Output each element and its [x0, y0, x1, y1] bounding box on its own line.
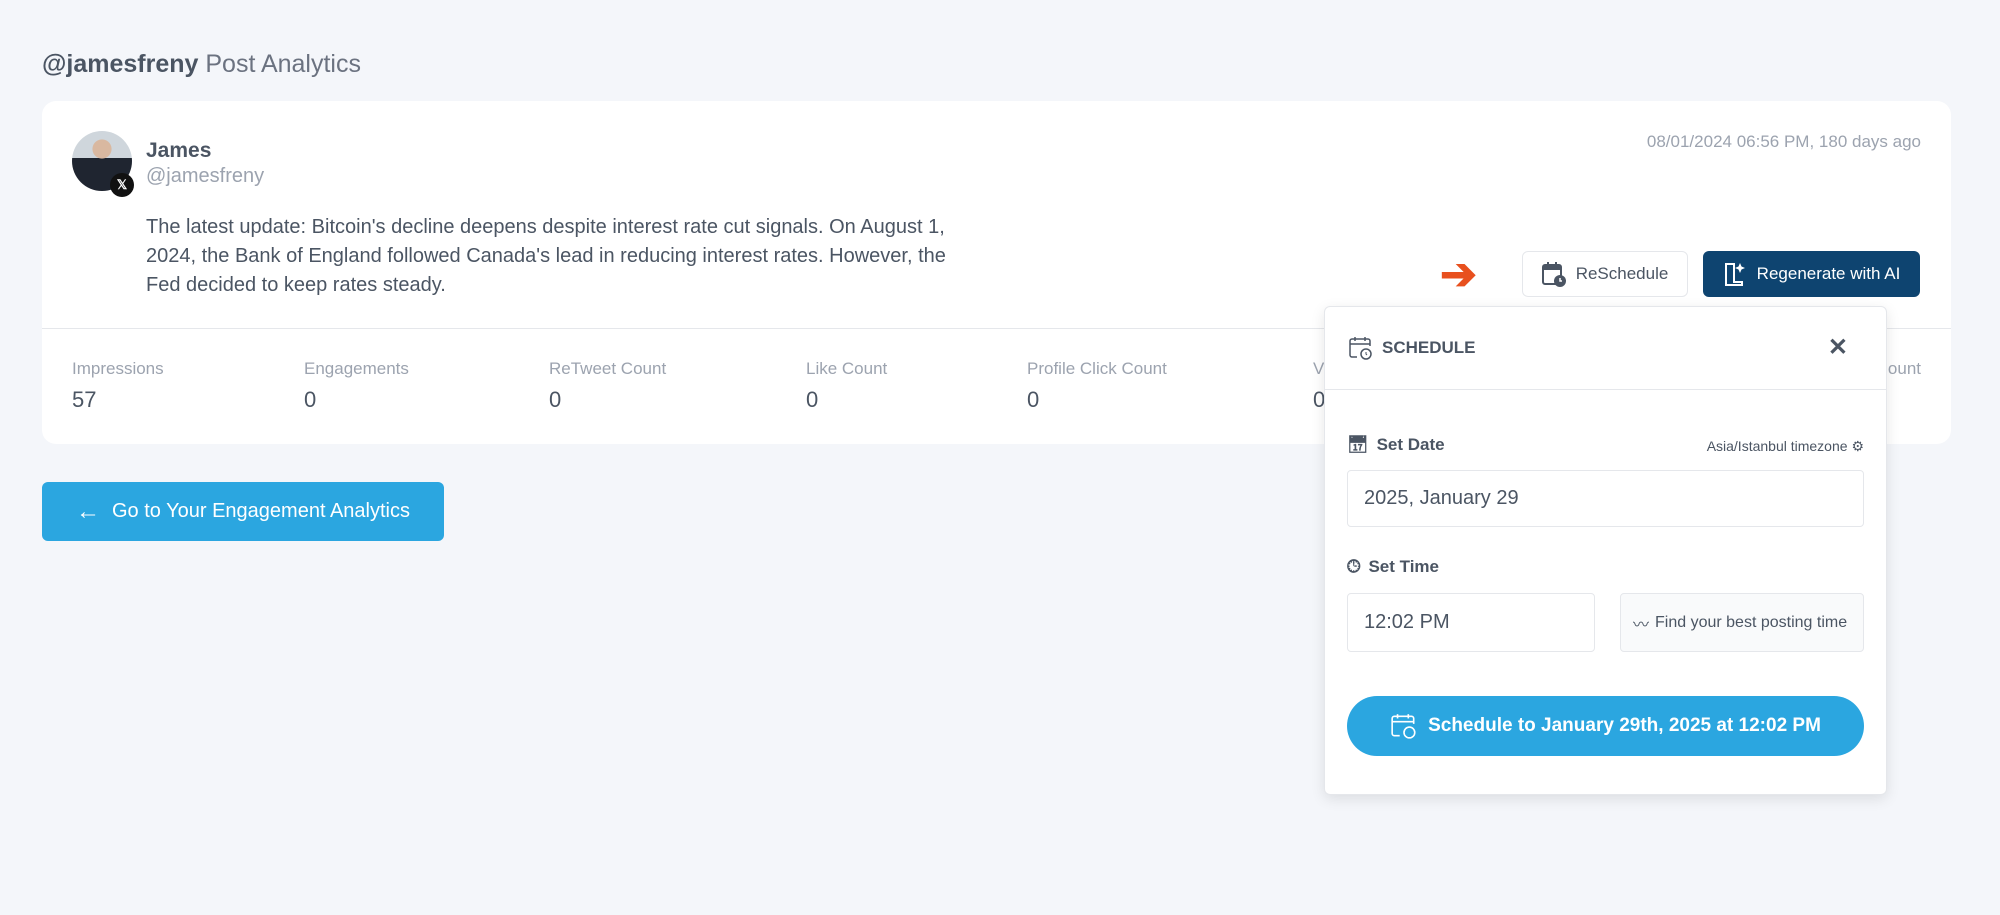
stat-value: 0 — [549, 387, 562, 412]
stat-profile-clicks: Profile Click Count 0 — [1027, 359, 1167, 413]
calendar-clock-icon — [1391, 714, 1416, 739]
page-title: @jamesfreny Post Analytics — [42, 50, 361, 79]
stat-value: 0 — [806, 387, 819, 412]
timezone-text: Asia/Istanbul timezone — [1706, 438, 1848, 454]
stat-impressions: Impressions 57 — [72, 359, 164, 413]
stat-value: 57 — [72, 387, 97, 412]
gear-icon: ⚙ — [1851, 438, 1864, 454]
clock-icon: 🕒︎ — [1347, 557, 1361, 576]
author-handle: @jamesfreny — [146, 165, 265, 187]
date-input[interactable]: 2025, January 29 — [1347, 470, 1864, 527]
author-name: James — [146, 139, 212, 162]
schedule-popup: SCHEDULE ✕ 📅︎ Set Date Asia/Istanbul time… — [1324, 306, 1887, 795]
activity-icon: 〰 — [1633, 616, 1650, 634]
schedule-submit-button[interactable]: Schedule to January 29th, 2025 at 12:02 … — [1347, 696, 1864, 756]
set-time-label: 🕒︎ Set Time — [1347, 557, 1439, 577]
stat-partial-count: ount — [1888, 359, 1921, 379]
set-date-text: Set Date — [1376, 435, 1445, 454]
timezone-link[interactable]: Asia/Istanbul timezone ⚙ — [1707, 438, 1864, 455]
reschedule-button[interactable]: ReSchedule — [1522, 251, 1688, 297]
arrow-left-icon: ← — [76, 497, 100, 525]
regenerate-label: Regenerate with AI — [1756, 264, 1901, 283]
go-engagement-analytics-button[interactable]: ← Go to Your Engagement Analytics — [42, 482, 444, 541]
calendar-clock-icon — [1541, 262, 1566, 287]
page-title-text: Post Analytics — [205, 50, 361, 78]
post-text: The latest update: Bitcoin's decline dee… — [146, 216, 946, 296]
schedule-submit-label: Schedule to January 29th, 2025 at 12:02 … — [1428, 715, 1821, 736]
stat-label: Profile Click Count — [1027, 359, 1167, 378]
calendar-clock-icon — [1349, 337, 1372, 360]
best-posting-time-label: Find your best posting time — [1655, 613, 1848, 631]
page-title-handle: @jamesfreny — [42, 50, 199, 78]
stat-label: Engagements — [304, 359, 409, 378]
stat-engagements: Engagements 0 — [304, 359, 409, 413]
stat-label: Impressions — [72, 359, 164, 378]
set-date-label: 📅︎ Set Date — [1347, 435, 1445, 455]
reschedule-label: ReSchedule — [1575, 264, 1669, 283]
schedule-title-text: SCHEDULE — [1382, 338, 1476, 357]
best-posting-time-button[interactable]: 〰 Find your best posting time — [1620, 593, 1864, 652]
time-input[interactable]: 12:02 PM — [1347, 593, 1595, 652]
ai-sparkle-book-icon — [1724, 263, 1745, 286]
stat-value: 0 — [304, 387, 317, 412]
go-engagement-analytics-label: Go to Your Engagement Analytics — [112, 500, 410, 522]
close-icon[interactable]: ✕ — [1828, 333, 1848, 362]
arrow-right-icon: ➔ — [1440, 250, 1477, 299]
x-logo-icon: 𝕏 — [110, 173, 134, 197]
set-time-text: Set Time — [1368, 557, 1440, 576]
stat-label: ount — [1887, 359, 1921, 378]
calendar-icon: 📅︎ — [1347, 435, 1369, 454]
schedule-popup-title: SCHEDULE — [1348, 335, 1476, 361]
stat-retweets: ReTweet Count 0 — [549, 359, 666, 413]
post-timestamp: 08/01/2024 06:56 PM, 180 days ago — [1646, 132, 1921, 151]
stat-likes: Like Count 0 — [806, 359, 887, 413]
stat-value: 0 — [1027, 387, 1040, 412]
regenerate-ai-button[interactable]: Regenerate with AI — [1703, 251, 1920, 297]
stat-label: Like Count — [806, 359, 888, 378]
stat-label: ReTweet Count — [549, 359, 667, 378]
